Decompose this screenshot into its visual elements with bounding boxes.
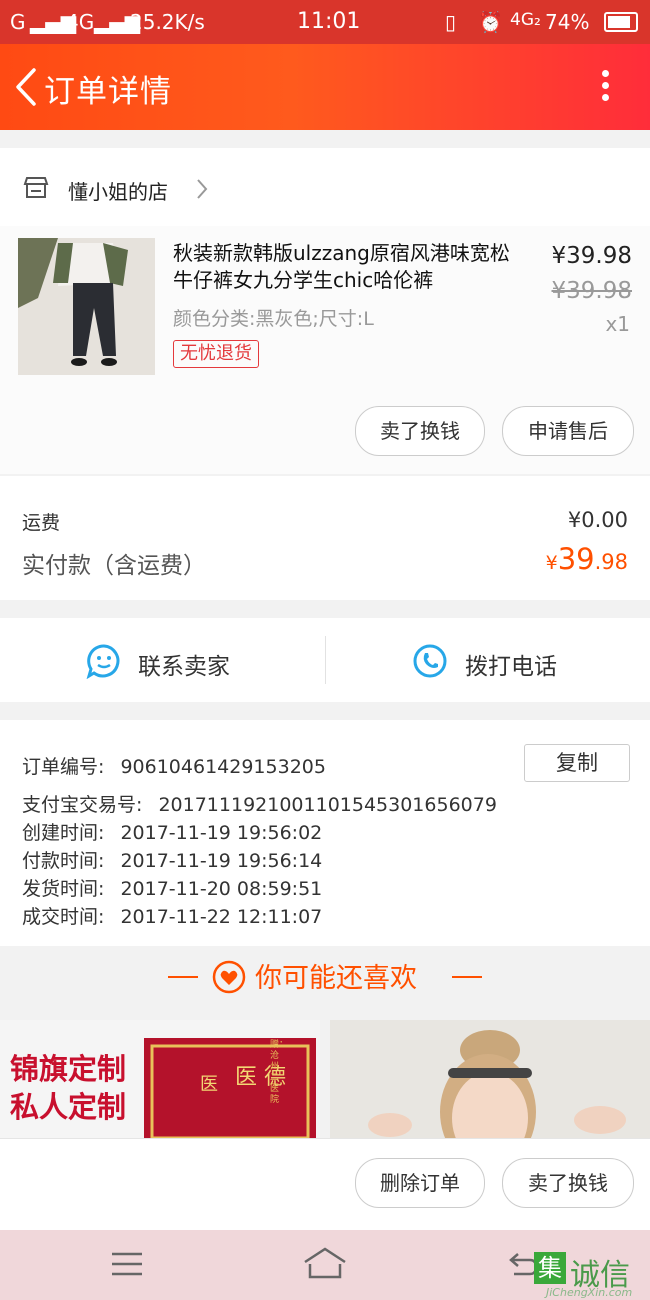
pennant-image: 医 德 医 — [144, 1038, 316, 1138]
pennant-gift-text: 赠：沧州二医院 — [270, 1040, 289, 1105]
status-bar: G ▂▄▆ 4G ▂▄▆ 25.2K/s 11:01 ▯ ⏰ 4G₂ 74% — [0, 0, 650, 44]
vibrate-icon: ▯ — [445, 10, 457, 34]
shipping-label: 运费 — [22, 512, 61, 534]
battery-icon — [604, 12, 638, 32]
page-title: 订单详情 — [44, 74, 172, 110]
return-badge: 无忧退货 — [173, 340, 259, 368]
chevron-left-icon — [16, 68, 36, 106]
delete-order-button[interactable]: 删除订单 — [355, 1158, 485, 1208]
battery-percent: 74% — [545, 10, 590, 34]
recommend-item-photo[interactable] — [330, 1020, 650, 1138]
product-title[interactable]: 秋装新款韩版ulzzang原宿风港味宽松牛仔裤女九分学生chic哈伦裤 — [173, 240, 523, 294]
network-type: 4G — [66, 10, 95, 34]
watermark-url: JiChengXin.com — [546, 1286, 633, 1299]
created-label: 创建时间: — [22, 822, 105, 844]
shipped-row: 发货时间: 2017-11-20 08:59:51 — [22, 874, 322, 901]
product-original-price: ¥39.98 — [551, 278, 632, 304]
shipped-label: 发货时间: — [22, 878, 105, 900]
store-icon — [23, 177, 49, 198]
more-icon-dot — [602, 82, 609, 89]
recommend-item-banner[interactable]: 锦旗定制 私人定制 医 德 医 赠：沧州二医院 — [0, 1020, 320, 1138]
model-photo — [330, 1020, 650, 1138]
created-time: 2017-11-19 19:56:02 — [120, 822, 323, 844]
sell-for-cash-button-bottom[interactable]: 卖了换钱 — [502, 1158, 634, 1208]
chat-icon — [86, 644, 120, 679]
order-number: 90610461429153205 — [120, 756, 326, 778]
more-menu-button[interactable] — [594, 66, 618, 106]
product-image — [18, 238, 155, 375]
order-number-label: 订单编号: — [22, 756, 105, 778]
done-time: 2017-11-22 12:11:07 — [120, 906, 323, 928]
contact-seller-label: 联系卖家 — [138, 654, 230, 680]
product-spec: 颜色分类:黑灰色;尺寸:L — [173, 308, 374, 330]
product-price: ¥39.98 — [551, 243, 632, 269]
product-thumbnail[interactable] — [18, 238, 155, 375]
divider-line-right — [452, 976, 482, 978]
network-indicator: G — [10, 10, 26, 34]
menu-icon[interactable] — [110, 1250, 144, 1278]
call-label: 拨打电话 — [465, 654, 557, 680]
product-quantity: x1 — [605, 312, 630, 336]
paid-row: 付款时间: 2017-11-19 19:56:14 — [22, 846, 322, 873]
sell-for-cash-button[interactable]: 卖了换钱 — [355, 406, 485, 456]
shop-name[interactable]: 懂小姐的店 — [68, 176, 168, 205]
alipay-number: 2017111921001101545301656079 — [158, 794, 497, 816]
recommend-title: 你可能还喜欢 — [255, 963, 417, 994]
clock: 11:01 — [297, 9, 361, 34]
paid-decimal: .98 — [594, 550, 628, 574]
phone-icon — [413, 644, 447, 678]
done-label: 成交时间: — [22, 906, 105, 928]
divider-line-left — [168, 976, 198, 978]
heart-icon — [212, 960, 246, 994]
banner-line-2: 私人定制 — [10, 1090, 127, 1124]
more-icon-dot — [602, 70, 609, 77]
network-speed: 25.2K/s — [130, 10, 205, 34]
home-icon[interactable] — [302, 1246, 348, 1280]
shipping-value: ¥0.00 — [567, 508, 628, 532]
alarm-icon: ⏰ — [478, 10, 503, 34]
svg-text:医: 医 — [200, 1074, 218, 1095]
network-type-right: 4G₂ — [510, 10, 541, 30]
alipay-row: 支付宝交易号: 2017111921001101545301656079 — [22, 790, 497, 817]
banner-line-1: 锦旗定制 — [10, 1052, 127, 1086]
order-number-row: 订单编号: 90610461429153205 — [22, 752, 326, 779]
paid-integer: 39 — [557, 542, 595, 576]
cost-summary — [0, 476, 650, 600]
paid-amount: ¥39.98 — [546, 542, 628, 576]
chevron-right-icon — [197, 179, 208, 199]
paid-time: 2017-11-19 19:56:14 — [120, 850, 323, 872]
paid-currency: ¥ — [545, 552, 558, 574]
done-row: 成交时间: 2017-11-22 12:11:07 — [22, 902, 322, 929]
alipay-label: 支付宝交易号: — [22, 794, 143, 816]
paid-label: 实付款（含运费） — [22, 553, 206, 579]
shipped-time: 2017-11-20 08:59:51 — [120, 878, 323, 900]
watermark-logo-icon: 集 — [534, 1252, 566, 1284]
apply-after-sale-button[interactable]: 申请售后 — [502, 406, 634, 456]
paid-time-label: 付款时间: — [22, 850, 105, 872]
more-icon-dot — [602, 94, 609, 101]
copy-button[interactable]: 复制 — [524, 744, 630, 782]
created-row: 创建时间: 2017-11-19 19:56:02 — [22, 818, 322, 845]
